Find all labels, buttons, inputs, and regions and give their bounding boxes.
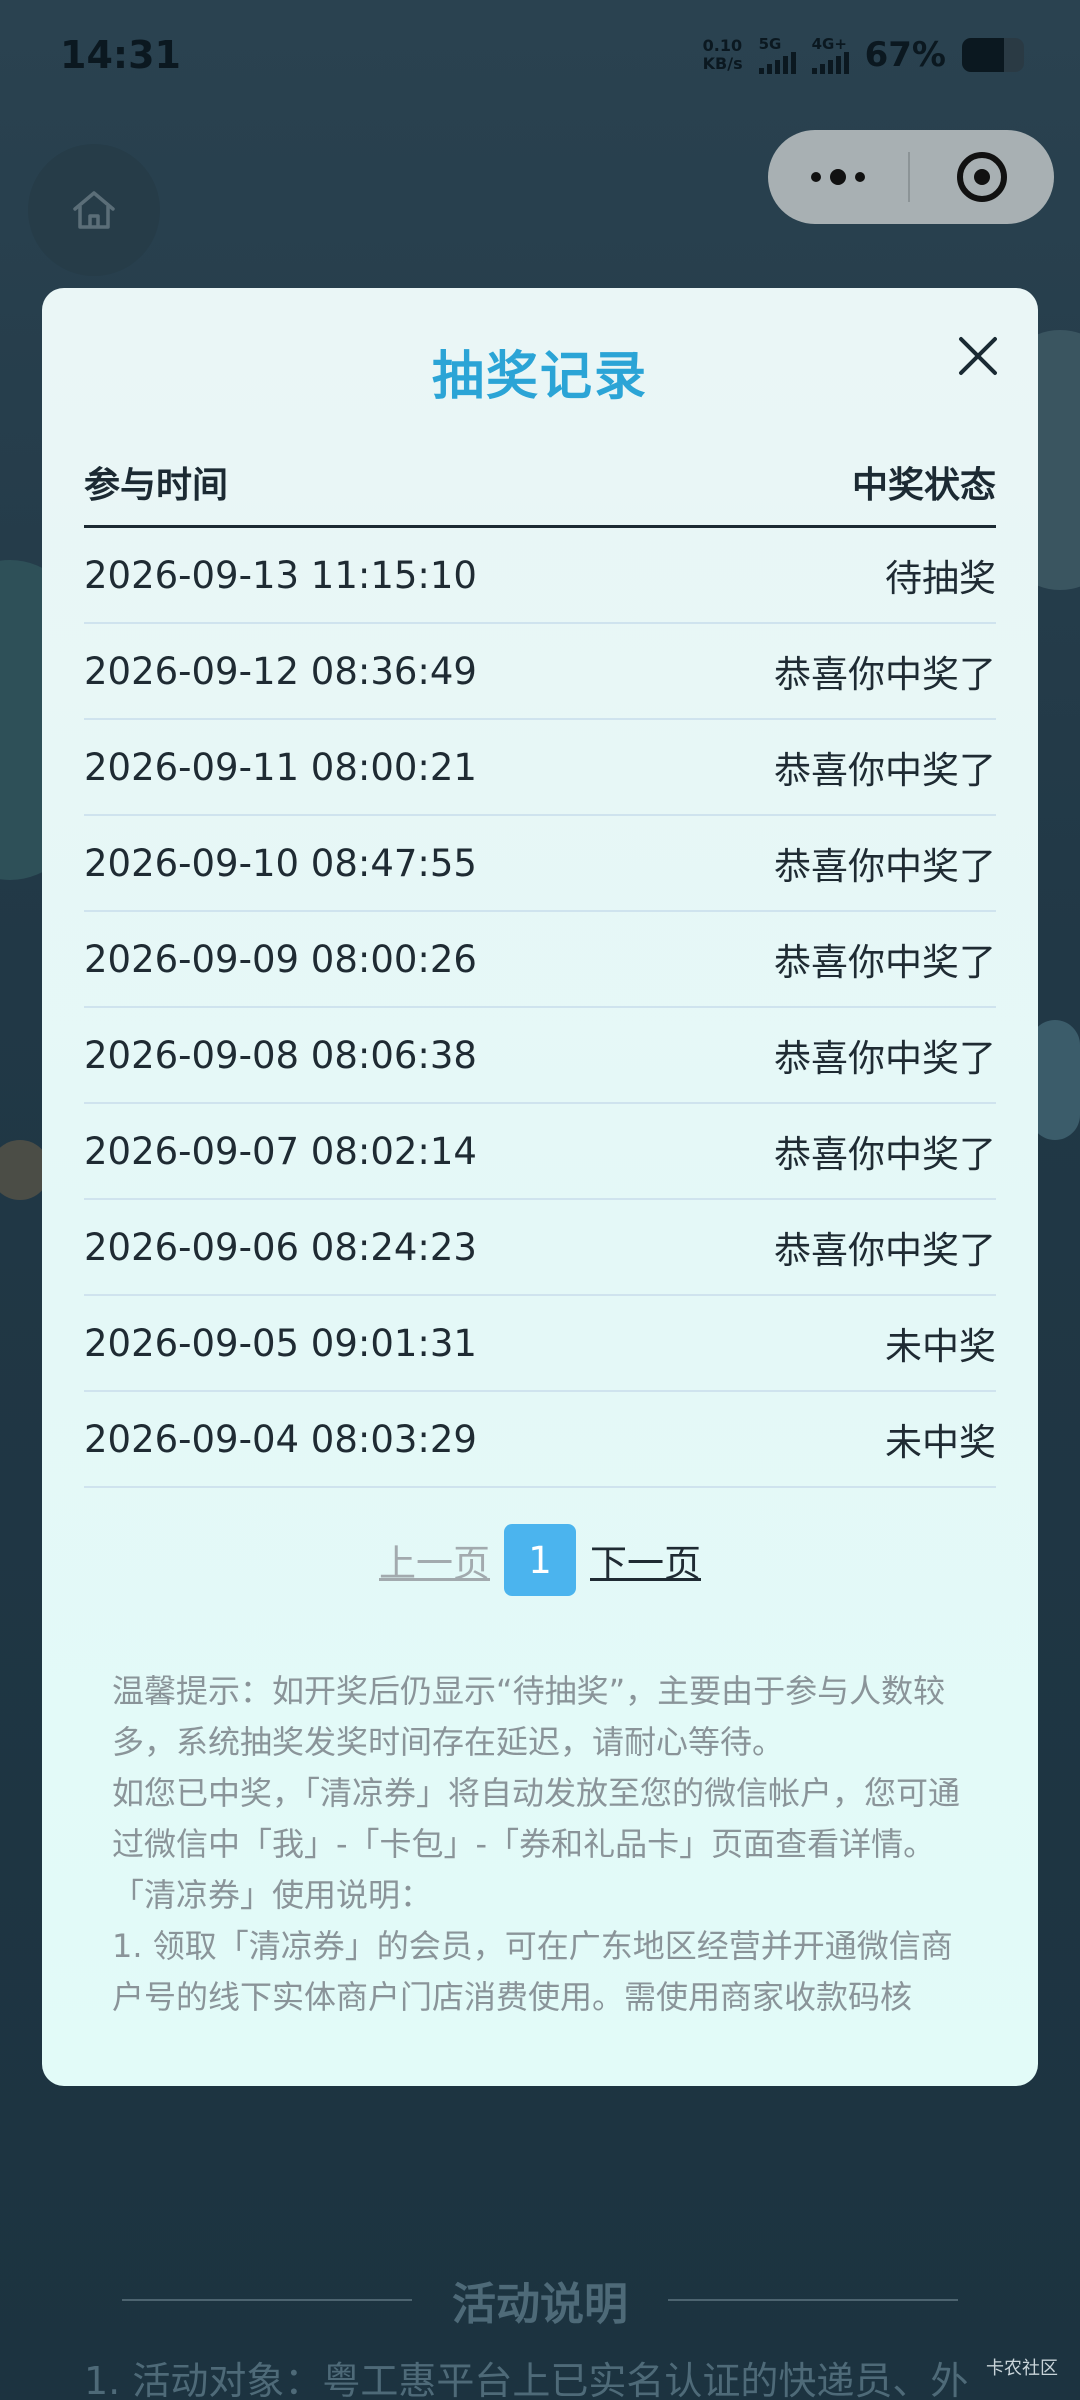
row-time: 2026-09-10 08:47:55 [84, 841, 477, 885]
home-button[interactable] [28, 144, 160, 276]
row-status: 待抽奖 [885, 557, 996, 600]
home-icon [73, 191, 115, 229]
row-status: 恭喜你中奖了 [774, 1229, 996, 1272]
row-time: 2026-09-07 08:02:14 [84, 1129, 477, 1173]
row-time: 2026-09-04 08:03:29 [84, 1417, 477, 1461]
table-row: 2026-09-13 11:15:10 待抽奖 [84, 528, 996, 624]
divider-line [668, 2299, 958, 2301]
tip-paragraph: 如您已中奖，「清凉券」将自动发放至您的微信帐户，您可通过微信中「我」-「卡包」-… [112, 1774, 961, 1863]
sim2-signal: 4G+ [811, 35, 849, 74]
tip-paragraph: 温馨提示：如开奖后仍显示“待抽奖”，主要由于参与人数较多，系统抽奖发奖时间存在延… [112, 1672, 946, 1761]
table-row: 2026-09-08 08:06:38 恭喜你中奖了 [84, 1008, 996, 1104]
section-title: 活动说明 [452, 2279, 628, 2330]
table-row: 2026-09-10 08:47:55 恭喜你中奖了 [84, 816, 996, 912]
table-row: 2026-09-04 08:03:29 未中奖 [84, 1392, 996, 1488]
row-status: 恭喜你中奖了 [774, 1133, 996, 1176]
status-bar: 14:31 0.10 KB/s 5G 4G+ 67% [0, 0, 1080, 110]
row-time: 2026-09-08 08:06:38 [84, 1033, 477, 1077]
table-row: 2026-09-09 08:00:26 恭喜你中奖了 [84, 912, 996, 1008]
more-button[interactable] [768, 130, 908, 224]
more-dots-icon [811, 169, 865, 185]
row-time: 2026-09-09 08:00:26 [84, 937, 477, 981]
lottery-record-modal: 抽奖记录 参与时间 中奖状态 2026-09-13 11:15:10 待抽奖 202… [42, 288, 1038, 2086]
current-page-button[interactable]: 1 [504, 1524, 576, 1596]
network-speed-value: 0.10 [702, 36, 743, 55]
tip-paragraph: 「清凉券」使用说明： [112, 1876, 433, 1914]
tips-text: 温馨提示：如开奖后仍显示“待抽奖”，主要由于参与人数较多，系统抽奖发奖时间存在延… [112, 1666, 978, 2023]
table-row: 2026-09-07 08:02:14 恭喜你中奖了 [84, 1104, 996, 1200]
row-time: 2026-09-05 09:01:31 [84, 1321, 477, 1365]
target-circle-icon [957, 152, 1007, 202]
table-row: 2026-09-11 08:00:21 恭喜你中奖了 [84, 720, 996, 816]
sim1-label: 5G [758, 35, 782, 53]
table-row: 2026-09-06 08:24:23 恭喜你中奖了 [84, 1200, 996, 1296]
close-icon[interactable] [950, 328, 1006, 384]
table-row: 2026-09-12 08:36:49 恭喜你中奖了 [84, 624, 996, 720]
table-header: 参与时间 中奖状态 [84, 438, 996, 528]
sim1-signal: 5G [758, 35, 796, 74]
watermark: 卡农社区 [986, 2358, 1058, 2379]
activity-description: 1. 活动对象：粤工惠平台上已实名认证的快递员、外 [84, 2359, 969, 2400]
network-speed-unit: KB/s [702, 54, 743, 73]
sim2-label: 4G+ [811, 35, 847, 53]
row-time: 2026-09-06 08:24:23 [84, 1225, 477, 1269]
status-indicators: 0.10 KB/s 5G 4G+ 67% [703, 35, 1024, 75]
prev-page-link[interactable]: 上一页 [379, 1533, 490, 1587]
battery-icon [962, 38, 1024, 72]
row-status: 恭喜你中奖了 [774, 845, 996, 888]
column-header-status: 中奖状态 [851, 464, 996, 506]
row-status: 恭喜你中奖了 [774, 653, 996, 696]
divider-line [122, 2299, 412, 2301]
close-miniprogram-button[interactable] [910, 130, 1054, 224]
modal-title: 抽奖记录 [431, 347, 648, 407]
signal-bars-icon [758, 52, 796, 74]
row-status: 未中奖 [885, 1325, 996, 1368]
background-section-header: 活动说明 [0, 2268, 1080, 2332]
record-table: 参与时间 中奖状态 2026-09-13 11:15:10 待抽奖 2026-09-… [84, 438, 996, 1488]
next-page-link[interactable]: 下一页 [590, 1533, 701, 1587]
column-header-time: 参与时间 [84, 464, 229, 506]
status-time: 14:31 [60, 33, 181, 77]
row-time: 2026-09-11 08:00:21 [84, 745, 477, 789]
table-row: 2026-09-05 09:01:31 未中奖 [84, 1296, 996, 1392]
battery-percent: 67% [864, 35, 946, 75]
miniprogram-capsule [768, 130, 1054, 224]
row-status: 恭喜你中奖了 [774, 1037, 996, 1080]
row-time: 2026-09-12 08:36:49 [84, 649, 477, 693]
row-status: 未中奖 [885, 1421, 996, 1464]
row-status: 恭喜你中奖了 [774, 941, 996, 984]
tip-paragraph: 1. 领取「清凉券」的会员，可在广东地区经营并开通微信商户号的线下实体商户门店消… [112, 1927, 953, 2016]
pagination: 上一页 1 下一页 [42, 1524, 1038, 1596]
signal-bars-icon [811, 52, 849, 74]
row-status: 恭喜你中奖了 [774, 749, 996, 792]
row-time: 2026-09-13 11:15:10 [84, 553, 477, 597]
network-speed: 0.10 KB/s [703, 37, 743, 73]
